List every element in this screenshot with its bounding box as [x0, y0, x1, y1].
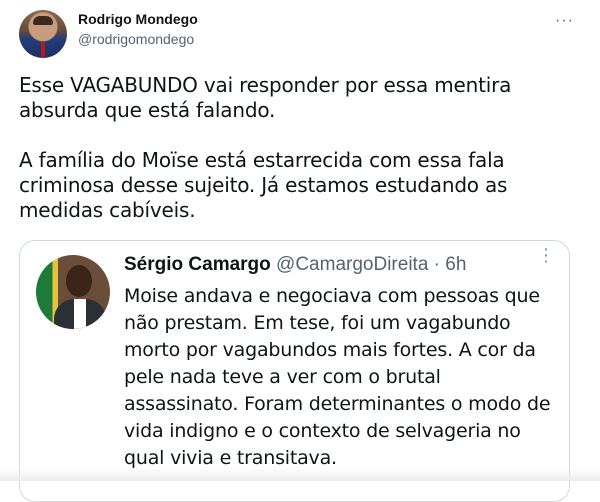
author-handle[interactable]: @rodrigomondego	[78, 31, 194, 47]
avatar-tie-shape	[41, 42, 45, 58]
quoted-tweet-card[interactable]: Sérgio Camargo @CamargoDireita · 6h ⋮ Mo…	[19, 240, 570, 502]
more-vertical-icon[interactable]: ⋮	[537, 246, 555, 264]
avatar-face-shape	[66, 265, 92, 297]
quoted-tweet-header: Sérgio Camargo @CamargoDireita · 6h	[124, 254, 466, 276]
more-options-icon[interactable]: ···	[555, 12, 574, 30]
tweet-paragraph-2: A família do Moïse está estarrecida com …	[19, 148, 508, 222]
avatar-shirt-shape	[74, 299, 86, 329]
avatar-hair-shape	[33, 16, 53, 25]
quoted-tweet-time[interactable]: 6h	[445, 254, 466, 275]
bottom-fade	[0, 467, 600, 481]
quoted-tweet-text: Moise andava e negociava com pessoas que…	[124, 285, 551, 469]
quoted-author-handle[interactable]: @CamargoDireita	[276, 254, 428, 275]
tweet-text: Esse VAGABUNDO vai responder por essa me…	[19, 73, 579, 223]
quoted-author-name[interactable]: Sérgio Camargo	[124, 254, 271, 275]
quoted-author-avatar[interactable]	[36, 255, 110, 329]
tweet-paragraph-1: Esse VAGABUNDO vai responder por essa me…	[19, 73, 512, 122]
author-avatar[interactable]	[19, 10, 67, 58]
separator-dot: ·	[433, 254, 440, 275]
author-name[interactable]: Rodrigo Mondego	[78, 11, 198, 27]
